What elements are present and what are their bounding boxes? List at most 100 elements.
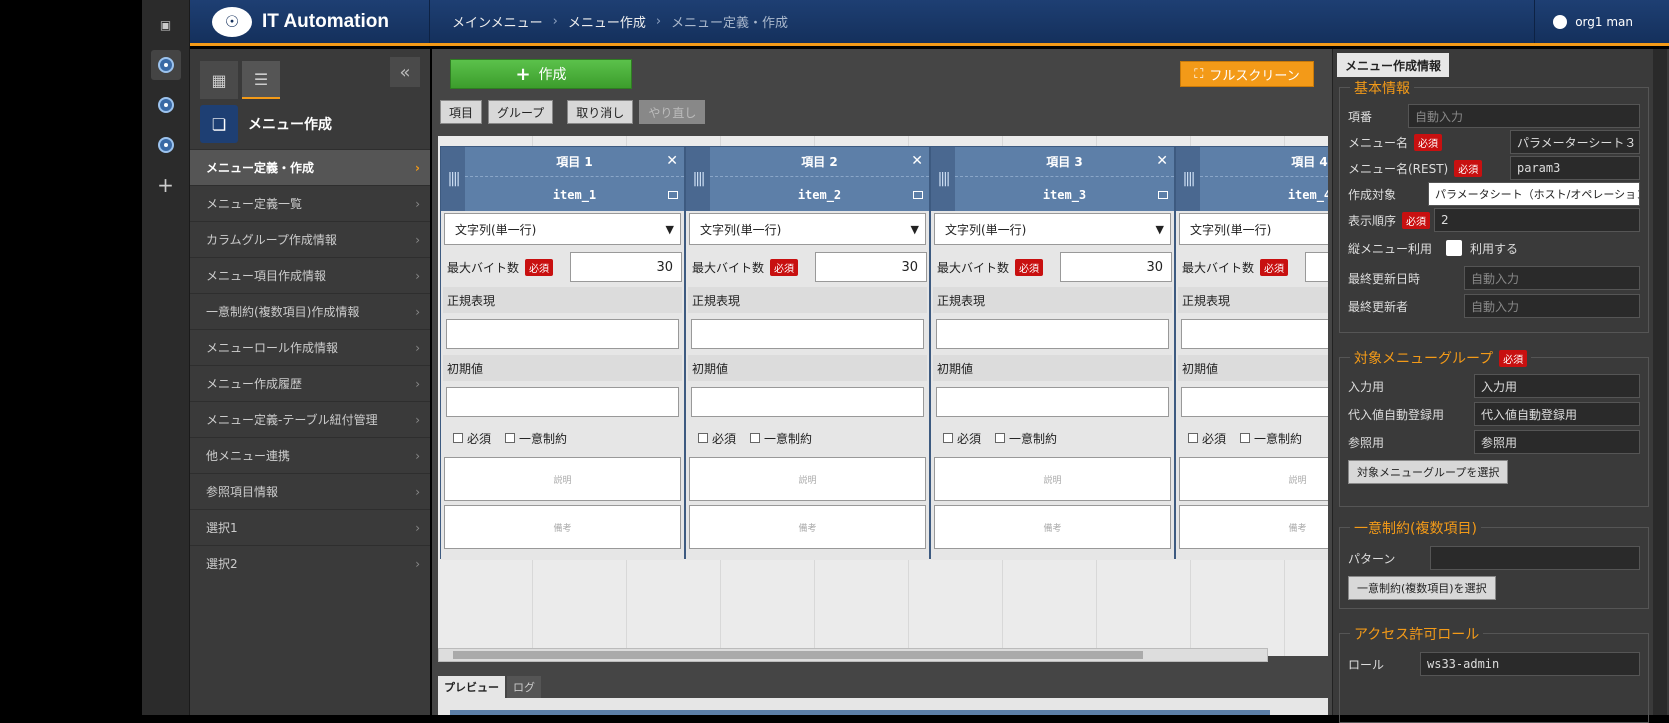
- close-icon[interactable]: ✕: [911, 153, 923, 169]
- sidebar-item[interactable]: 選択2 ›: [190, 545, 430, 581]
- sidebar-item[interactable]: メニュー定義一覧 ›: [190, 185, 430, 221]
- unique-checkbox[interactable]: 一意制約: [1240, 430, 1302, 447]
- workspace-eye-icon-2[interactable]: [151, 90, 181, 120]
- user-menu[interactable]: org1 man: [1534, 0, 1669, 43]
- sidebar-item[interactable]: メニュー定義-テーブル紐付管理 ›: [190, 401, 430, 437]
- drag-handle-icon[interactable]: ||||: [1176, 147, 1200, 211]
- column-rest-name[interactable]: item_3: [955, 178, 1174, 211]
- panel-toggle-icon[interactable]: ▣: [151, 10, 181, 40]
- breadcrumb-menu-create[interactable]: メニュー作成: [568, 12, 646, 31]
- max-bytes-input[interactable]: 30: [570, 252, 682, 282]
- add-workspace-icon[interactable]: +: [151, 170, 181, 200]
- required-checkbox[interactable]: 必須: [943, 430, 981, 447]
- workspace-eye-icon-3[interactable]: [151, 130, 181, 160]
- add-group-button[interactable]: グループ: [488, 100, 554, 124]
- required-checkbox[interactable]: 必須: [1188, 430, 1226, 447]
- column-title[interactable]: 項目 3: [955, 147, 1174, 177]
- select-menu-group-button[interactable]: 対象メニューグループを選択: [1348, 460, 1509, 484]
- column-checks: 必須 一意制約: [1178, 423, 1328, 453]
- close-icon[interactable]: ✕: [1156, 153, 1168, 169]
- default-input[interactable]: [691, 387, 924, 417]
- required-checkbox[interactable]: 必須: [698, 430, 736, 447]
- column-title[interactable]: 項目 4: [1200, 147, 1328, 177]
- app-logo[interactable]: ☉ IT Automation: [190, 0, 430, 43]
- unique-checkbox[interactable]: 一意制約: [995, 430, 1057, 447]
- column-type-select[interactable]: 文字列(単一行)▼: [934, 213, 1171, 245]
- default-input[interactable]: [936, 387, 1169, 417]
- vertical-menu-checkbox[interactable]: [1446, 240, 1463, 256]
- collapse-sidebar-icon[interactable]: «: [390, 57, 420, 87]
- order-input[interactable]: 2: [1434, 208, 1640, 232]
- unique-constraint-legend: 一意制約(複数項目): [1350, 518, 1481, 538]
- description-textarea[interactable]: 説明: [934, 457, 1171, 501]
- panel-vertical-scrollbar[interactable]: [1653, 49, 1667, 715]
- select-unique-constraint-button[interactable]: 一意制約(複数項目)を選択: [1348, 576, 1496, 600]
- column-type-select[interactable]: 文字列(単一行)▼: [1179, 213, 1328, 245]
- close-icon[interactable]: ✕: [666, 153, 678, 169]
- remarks-textarea[interactable]: 備考: [689, 505, 926, 549]
- drag-handle-icon[interactable]: ||||: [931, 147, 955, 211]
- column-rest-name[interactable]: item_2: [710, 178, 929, 211]
- copy-icon[interactable]: [1158, 191, 1168, 199]
- column-title[interactable]: 項目 2: [710, 147, 929, 177]
- unique-checkbox[interactable]: 一意制約: [750, 430, 812, 447]
- sidebar-item[interactable]: 一意制約(複数項目)作成情報 ›: [190, 293, 430, 329]
- sidebar-item[interactable]: 他メニュー連携 ›: [190, 437, 430, 473]
- drag-handle-icon[interactable]: ||||: [686, 147, 710, 211]
- copy-icon[interactable]: [668, 191, 678, 199]
- sidebar-item[interactable]: メニュー作成履歴 ›: [190, 365, 430, 401]
- max-bytes-input[interactable]: 30: [1305, 252, 1328, 282]
- remarks-textarea[interactable]: 備考: [444, 505, 681, 549]
- column-card[interactable]: |||| 項目 1 ✕ item_1 文字列(単一行) ▼ 最大バイト数 必須 3…: [440, 146, 685, 560]
- sidebar-item[interactable]: 参照項目情報 ›: [190, 473, 430, 509]
- tab-preview[interactable]: プレビュー: [438, 676, 505, 698]
- sidebar-item[interactable]: カラムグループ作成情報 ›: [190, 221, 430, 257]
- column-type-select[interactable]: 文字列(単一行)▼: [444, 213, 681, 245]
- menu-design-canvas[interactable]: |||| 項目 1 ✕ item_1 文字列(単一行) ▼ 最大バイト数 必須 3…: [438, 136, 1328, 656]
- regex-input[interactable]: [446, 319, 679, 349]
- max-bytes-input[interactable]: 30: [1060, 252, 1172, 282]
- regex-input[interactable]: [691, 319, 924, 349]
- column-card[interactable]: |||| 項目 2 ✕ item_2 文字列(単一行) ▼ 最大バイト数 必須 3…: [685, 146, 930, 560]
- redo-button[interactable]: やり直し: [639, 100, 706, 124]
- column-card[interactable]: |||| 項目 4 ✕ item_4 文字列(単一行)▼ 最大バイト数 必須 3…: [1175, 146, 1328, 560]
- description-textarea[interactable]: 説明: [444, 457, 681, 501]
- copy-icon[interactable]: [913, 191, 923, 199]
- menu-name-input[interactable]: パラメーターシート３: [1510, 130, 1640, 154]
- add-item-button[interactable]: 項目: [440, 100, 483, 124]
- remarks-textarea[interactable]: 備考: [934, 505, 1171, 549]
- required-checkbox[interactable]: 必須: [453, 430, 491, 447]
- column-card[interactable]: |||| 項目 3 ✕ item_3 文字列(単一行) ▼ 最大バイト数 必須 3…: [930, 146, 1175, 560]
- max-bytes-input[interactable]: 30: [815, 252, 927, 282]
- regex-input[interactable]: [1181, 319, 1328, 349]
- create-button[interactable]: + 作成: [450, 59, 632, 89]
- undo-button[interactable]: 取り消し: [567, 100, 634, 124]
- column-rest-name[interactable]: item_4: [1200, 178, 1328, 211]
- sidebar-item[interactable]: メニュー項目作成情報 ›: [190, 257, 430, 293]
- column-title[interactable]: 項目 1: [465, 147, 684, 177]
- list-view-icon[interactable]: ☰: [242, 61, 280, 99]
- target-select[interactable]: パラメータシート（ホスト/オペレーションあり）: [1428, 182, 1640, 206]
- regex-input[interactable]: [936, 319, 1169, 349]
- sidebar-item[interactable]: 選択1 ›: [190, 509, 430, 545]
- column-rest-name[interactable]: item_1: [465, 178, 684, 211]
- fullscreen-button[interactable]: ⛶ フルスクリーン: [1180, 61, 1314, 87]
- drag-handle-icon[interactable]: ||||: [441, 147, 465, 211]
- tab-log[interactable]: ログ: [507, 676, 541, 698]
- sidebar-item[interactable]: メニュー定義・作成 ›: [190, 149, 430, 185]
- grid-view-icon[interactable]: ▦: [200, 61, 238, 99]
- description-textarea[interactable]: 説明: [689, 457, 926, 501]
- column-type-select[interactable]: 文字列(単一行)▼: [689, 213, 926, 245]
- unique-checkbox[interactable]: 一意制約: [505, 430, 567, 447]
- workspace-eye-icon-1[interactable]: [150, 50, 181, 80]
- default-input[interactable]: [446, 387, 679, 417]
- breadcrumb-main-menu[interactable]: メインメニュー: [452, 12, 543, 31]
- sidebar-item[interactable]: メニューロール作成情報 ›: [190, 329, 430, 365]
- description-textarea[interactable]: 説明: [1179, 457, 1328, 501]
- required-badge: 必須: [1260, 258, 1289, 276]
- remarks-textarea[interactable]: 備考: [1179, 505, 1328, 549]
- tab-menu-info[interactable]: メニュー作成情報: [1337, 53, 1450, 77]
- canvas-horizontal-scrollbar[interactable]: [438, 648, 1268, 662]
- default-input[interactable]: [1181, 387, 1328, 417]
- menu-rest-input[interactable]: param3: [1510, 156, 1640, 180]
